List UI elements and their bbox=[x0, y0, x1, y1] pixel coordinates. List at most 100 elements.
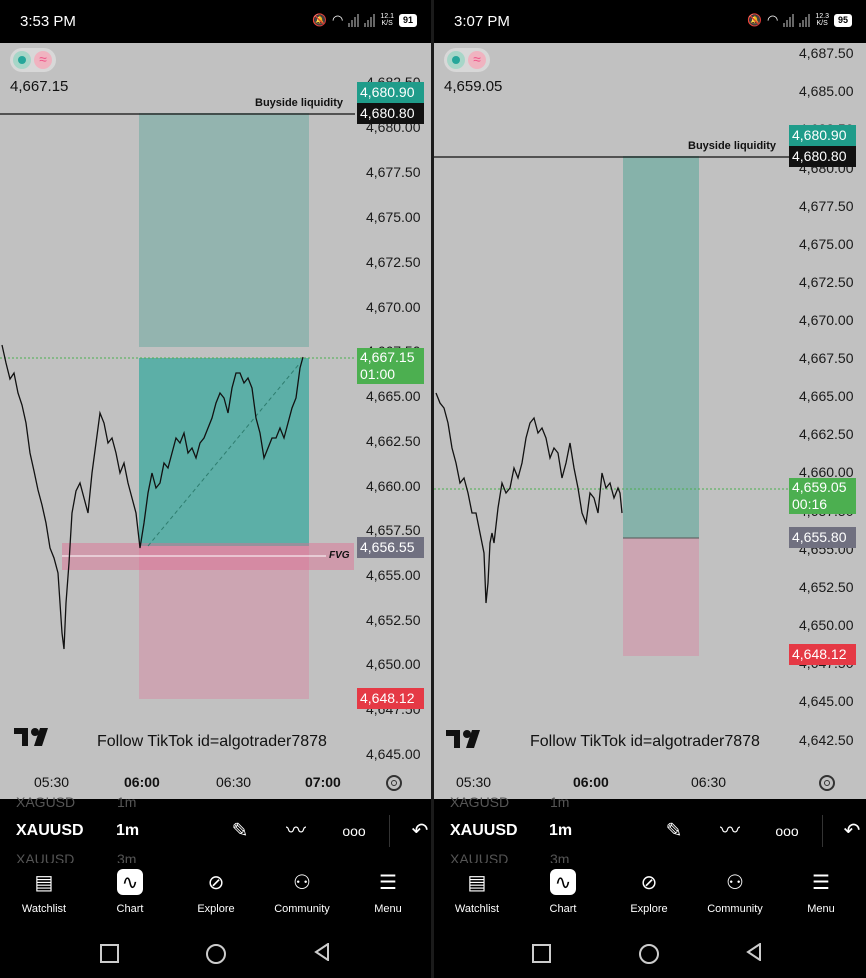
pencil-icon[interactable]: ✎ bbox=[660, 817, 688, 845]
timeframe-selector[interactable]: 1m bbox=[549, 822, 572, 840]
nav-chart[interactable]: ∿ Chart bbox=[523, 869, 603, 915]
y-axis-label: 4,677.50 bbox=[799, 198, 854, 214]
chart-area[interactable]: ≈ 4,659.05 4,687.50 4,685.00 4,682.50 4,… bbox=[434, 43, 866, 799]
y-axis-label: 4,650.00 bbox=[366, 656, 421, 672]
back-icon[interactable] bbox=[314, 942, 330, 966]
symbol-selector[interactable]: XAUUSD bbox=[16, 822, 84, 840]
bull-dot-icon bbox=[447, 51, 465, 69]
menu-icon: ☰ bbox=[812, 871, 830, 894]
signal-icon bbox=[799, 13, 811, 27]
y-axis-label: 4,672.50 bbox=[366, 254, 421, 270]
y-axis-label: 4,645.00 bbox=[799, 693, 854, 709]
symbol-selector[interactable]: XAUUSD bbox=[450, 822, 518, 840]
nav-label: Explore bbox=[630, 903, 668, 915]
left-panel: 3:53 PM 🔕 ◠ 12.1 K/S 91 ≈ 4,667.15 4,680… bbox=[0, 0, 431, 978]
bull-dot-icon bbox=[13, 51, 31, 69]
time-label: 05:30 bbox=[34, 774, 70, 790]
current-price: 4,667.15 bbox=[10, 78, 69, 95]
current-price-tag: 4,659.05 00:16 bbox=[789, 478, 856, 514]
y-axis-label: 4,665.00 bbox=[366, 388, 421, 404]
entry-price-tag: 4,656.55 bbox=[357, 537, 424, 558]
ghost-timeframe: 1m bbox=[117, 794, 137, 810]
nav-label: Community bbox=[707, 903, 763, 915]
wave-icon: ≈ bbox=[34, 51, 52, 69]
stop-price-tag: 4,648.12 bbox=[357, 688, 424, 709]
ghost-symbol: XAGUSD bbox=[16, 794, 76, 810]
nav-watchlist[interactable]: ▤ Watchlist bbox=[437, 869, 517, 916]
back-icon[interactable] bbox=[746, 942, 762, 966]
candle-countdown: 00:16 bbox=[792, 496, 828, 512]
nav-watchlist[interactable]: ▤ Watchlist bbox=[4, 869, 84, 916]
undo-icon[interactable]: ↶ bbox=[838, 817, 866, 845]
system-nav bbox=[434, 927, 866, 978]
y-axis-label: 4,675.00 bbox=[799, 236, 854, 252]
nav-menu[interactable]: ☰ Menu bbox=[348, 869, 428, 916]
mute-icon: 🔕 bbox=[747, 13, 763, 27]
network-speed: 12.3 K/S bbox=[815, 13, 829, 27]
tradingview-logo-mark bbox=[446, 730, 480, 748]
profit-zone-filled bbox=[139, 358, 309, 546]
back-icon-shape bbox=[746, 942, 761, 962]
battery-icon: 91 bbox=[398, 13, 417, 27]
y-axis-label: 4,685.00 bbox=[799, 83, 854, 99]
indicator-toggle[interactable]: ≈ bbox=[10, 48, 56, 72]
wave-icon: ≈ bbox=[468, 51, 486, 69]
status-time: 3:07 PM bbox=[454, 13, 510, 30]
menu-icon: ☰ bbox=[379, 871, 397, 894]
status-bar: 3:07 PM 🔕 ◠ 12.3 K/S 95 bbox=[434, 0, 866, 43]
more-icon[interactable]: ooo bbox=[773, 817, 801, 845]
entry-price-tag: 4,655.80 bbox=[789, 527, 856, 548]
more-icon[interactable]: ooo bbox=[340, 817, 368, 845]
watermark-text: Follow TikTok id=algotrader7878 bbox=[97, 733, 327, 750]
chart-canvas bbox=[0, 113, 355, 699]
timeframe-selector[interactable]: 1m bbox=[116, 822, 139, 840]
indicators-icon[interactable]: 〰 bbox=[282, 817, 310, 845]
status-icons: 🔕 ◠ 12.3 K/S 95 bbox=[747, 12, 852, 28]
home-icon[interactable] bbox=[206, 944, 226, 964]
nav-explore[interactable]: ⊘ Explore bbox=[176, 869, 256, 916]
nav-community[interactable]: ⚇ Community bbox=[695, 869, 775, 916]
community-icon: ⚇ bbox=[726, 871, 744, 894]
y-axis-label: 4,660.00 bbox=[366, 478, 421, 494]
y-axis-label: 4,662.50 bbox=[366, 433, 421, 449]
explore-icon: ⊘ bbox=[207, 871, 225, 894]
wifi-icon: ◠ bbox=[767, 12, 779, 27]
bottom-nav: ▤ Watchlist ∿ Chart ⊘ Explore ⚇ Communit… bbox=[434, 863, 866, 927]
battery-icon: 95 bbox=[833, 13, 852, 27]
system-nav bbox=[0, 927, 431, 978]
pencil-icon[interactable]: ✎ bbox=[226, 817, 254, 845]
chart-toolbar: XAGUSD 1m XAUUSD 1m XAUUSD 3m ✎ 〰 ooo ↶ bbox=[434, 794, 866, 867]
network-speed: 12.1 K/S bbox=[380, 13, 394, 27]
y-axis-label: 4,652.50 bbox=[799, 579, 854, 595]
undo-icon[interactable]: ↶ bbox=[406, 817, 431, 845]
nav-menu[interactable]: ☰ Menu bbox=[781, 869, 861, 916]
chart-settings-icon[interactable] bbox=[386, 775, 402, 791]
right-panel: 3:07 PM 🔕 ◠ 12.3 K/S 95 ≈ 4,659.05 4,687.… bbox=[434, 0, 866, 978]
nav-explore[interactable]: ⊘ Explore bbox=[609, 869, 689, 916]
toolbar-divider bbox=[822, 815, 823, 847]
status-icons: 🔕 ◠ 12.1 K/S 91 bbox=[312, 12, 417, 28]
home-icon[interactable] bbox=[639, 944, 659, 964]
y-axis-label: 4,677.50 bbox=[366, 164, 421, 180]
recents-icon[interactable] bbox=[532, 944, 551, 963]
y-axis-label: 4,667.50 bbox=[799, 350, 854, 366]
mute-icon: 🔕 bbox=[312, 13, 328, 27]
nav-community[interactable]: ⚇ Community bbox=[262, 869, 342, 916]
chart-settings-icon[interactable] bbox=[819, 775, 835, 791]
y-axis-label: 4,652.50 bbox=[366, 612, 421, 628]
ghost-timeframe: 1m bbox=[550, 794, 570, 810]
nav-chart[interactable]: ∿ Chart bbox=[90, 869, 170, 915]
buyside-liquidity-label: Buyside liquidity bbox=[688, 140, 777, 152]
indicators-icon[interactable]: 〰 bbox=[716, 817, 744, 845]
bottom-nav: ▤ Watchlist ∿ Chart ⊘ Explore ⚇ Communit… bbox=[0, 863, 431, 927]
stop-price-tag: 4,648.12 bbox=[789, 644, 856, 665]
chart-area[interactable]: ≈ 4,667.15 4,682.50 4,680.00 4,677.50 4,… bbox=[0, 43, 431, 799]
time-label: 06:00 bbox=[573, 774, 609, 790]
current-price-tag-value: 4,659.05 bbox=[792, 479, 847, 495]
recents-icon[interactable] bbox=[100, 944, 119, 963]
status-bar: 3:53 PM 🔕 ◠ 12.1 K/S 91 bbox=[0, 0, 431, 43]
indicator-toggle[interactable]: ≈ bbox=[444, 48, 490, 72]
y-axis-label: 4,672.50 bbox=[799, 274, 854, 290]
nav-label: Chart bbox=[549, 903, 577, 915]
signal-icon bbox=[364, 13, 376, 27]
